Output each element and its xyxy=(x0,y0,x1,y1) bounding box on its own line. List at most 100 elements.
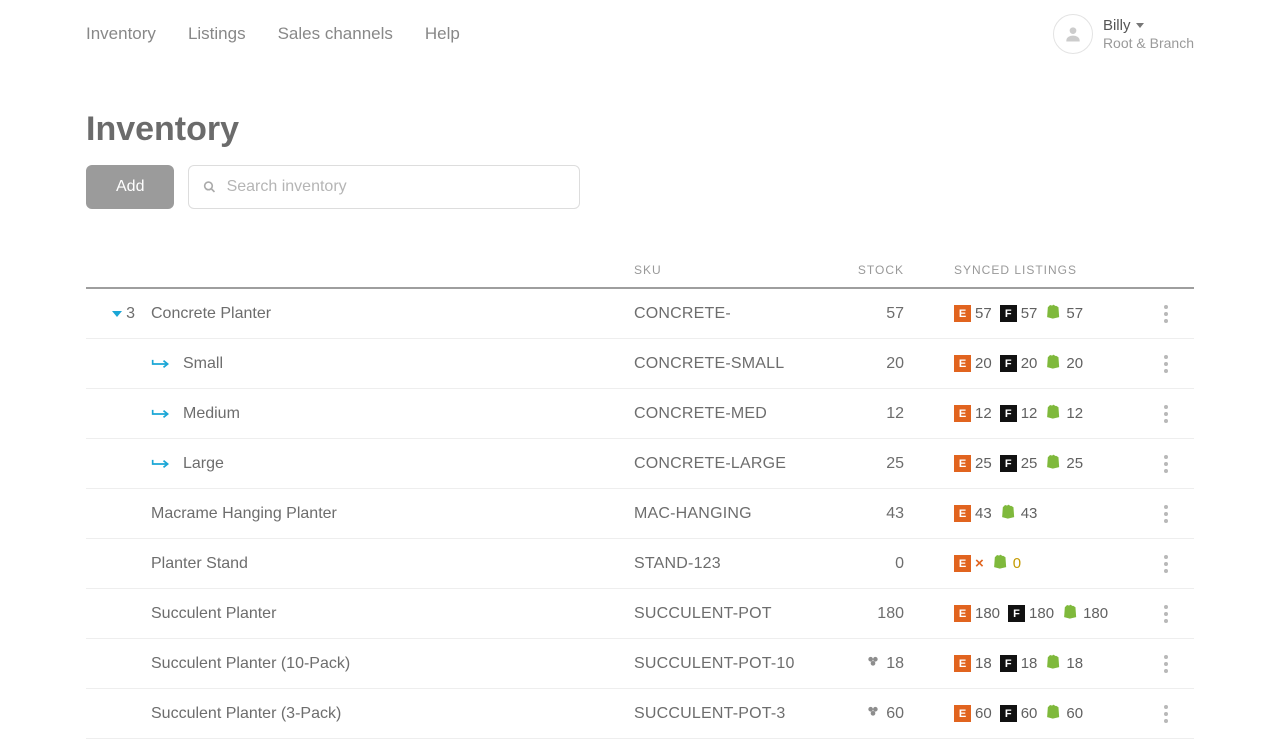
table-row[interactable]: MediumCONCRETE-MED12E12F1212 xyxy=(86,389,1194,439)
table-row[interactable]: 3Concrete PlanterCONCRETE-57E57F5757 xyxy=(86,289,1194,339)
listing-value: 0 xyxy=(1013,555,1021,572)
child-arrow-icon xyxy=(151,407,171,421)
stock-cell: 12 xyxy=(830,405,908,423)
product-name: Medium xyxy=(183,405,240,423)
listing-shopify: 0 xyxy=(992,553,1021,574)
product-name-cell: Concrete Planter xyxy=(151,305,634,323)
table-row[interactable]: Macrame Hanging PlanterMAC-HANGING43E434… xyxy=(86,489,1194,539)
stock-cell: 180 xyxy=(830,605,908,623)
listing-shopify: 20 xyxy=(1045,353,1083,374)
listing-value: 12 xyxy=(1066,405,1083,422)
listing-value: 60 xyxy=(1021,705,1038,722)
user-name: Billy xyxy=(1103,17,1131,35)
listing-value: 43 xyxy=(975,505,992,522)
expand-toggle[interactable]: 3 xyxy=(86,305,151,323)
sku-cell: CONCRETE- xyxy=(634,305,830,323)
nav-sales-channels[interactable]: Sales channels xyxy=(278,24,393,44)
row-actions-menu[interactable] xyxy=(1164,305,1168,323)
row-actions-menu[interactable] xyxy=(1164,405,1168,423)
listing-value: 25 xyxy=(975,455,992,472)
table-row[interactable]: SmallCONCRETE-SMALL20E20F2020 xyxy=(86,339,1194,389)
row-actions-menu[interactable] xyxy=(1164,505,1168,523)
shopify-icon xyxy=(1045,453,1062,474)
listings-cell: E×0 xyxy=(908,553,1138,574)
listing-value: 43 xyxy=(1021,505,1038,522)
page-title: Inventory xyxy=(86,110,1194,149)
listing-value: 20 xyxy=(1066,355,1083,372)
faire-icon: F xyxy=(1000,405,1017,422)
table-row[interactable]: Planter StandSTAND-1230E×0 xyxy=(86,539,1194,589)
sku-cell: CONCRETE-LARGE xyxy=(634,455,830,473)
etsy-icon: E xyxy=(954,505,971,522)
product-name-cell: Succulent Planter xyxy=(151,605,634,623)
listing-value: 20 xyxy=(1021,355,1038,372)
product-name-cell: Planter Stand xyxy=(151,555,634,573)
shopify-icon xyxy=(1045,353,1062,374)
user-menu[interactable]: Billy Root & Branch xyxy=(1053,14,1194,54)
faire-icon: F xyxy=(1000,355,1017,372)
listing-value: 20 xyxy=(975,355,992,372)
sku-cell: CONCRETE-SMALL xyxy=(634,355,830,373)
stock-cell: 20 xyxy=(830,355,908,373)
shopify-icon xyxy=(1000,503,1017,524)
col-header-sku: SKU xyxy=(634,263,830,277)
stock-cell: 43 xyxy=(830,505,908,523)
table-row[interactable]: Succulent Planter (10-Pack)SUCCULENT-POT… xyxy=(86,639,1194,689)
stock-value: 25 xyxy=(886,455,904,473)
product-name: Macrame Hanging Planter xyxy=(151,505,337,523)
table-row[interactable]: LargeCONCRETE-LARGE25E25F2525 xyxy=(86,439,1194,489)
listings-cell: E4343 xyxy=(908,503,1138,524)
etsy-icon: E xyxy=(954,355,971,372)
etsy-icon: E xyxy=(954,655,971,672)
stock-value: 180 xyxy=(877,605,904,623)
table-row[interactable]: Succulent PlanterSUCCULENT-POT180E180F18… xyxy=(86,589,1194,639)
listings-cell: E12F1212 xyxy=(908,403,1138,424)
bundle-icon xyxy=(866,704,880,723)
etsy-icon: E xyxy=(954,455,971,472)
listing-value: 57 xyxy=(1021,305,1038,322)
listing-faire: F20 xyxy=(1000,355,1038,372)
listing-value: 12 xyxy=(1021,405,1038,422)
faire-icon: F xyxy=(1000,655,1017,672)
search-icon xyxy=(203,180,216,194)
listing-faire: F57 xyxy=(1000,305,1038,322)
listing-value: 180 xyxy=(1083,605,1108,622)
nav-help[interactable]: Help xyxy=(425,24,460,44)
bundle-icon xyxy=(866,654,880,673)
listings-cell: E180 F 180 180 xyxy=(908,603,1138,624)
add-button[interactable]: Add xyxy=(86,165,174,209)
listing-shopify: 18 xyxy=(1045,653,1083,674)
search-input[interactable] xyxy=(227,178,566,196)
listing-faire: F12 xyxy=(1000,405,1038,422)
faire-icon: F xyxy=(1000,455,1017,472)
faire-icon: F xyxy=(1008,605,1025,622)
row-actions-menu[interactable] xyxy=(1164,605,1168,623)
listing-shopify: 57 xyxy=(1045,303,1083,324)
etsy-icon: E xyxy=(954,705,971,722)
top-nav: Inventory Listings Sales channels Help xyxy=(86,24,460,44)
listing-value: 180 xyxy=(975,605,1000,622)
sku-cell: MAC-HANGING xyxy=(634,505,830,523)
row-actions-menu[interactable] xyxy=(1164,355,1168,373)
shopify-icon xyxy=(1045,303,1062,324)
variant-count: 3 xyxy=(126,305,135,323)
search-input-wrap[interactable] xyxy=(188,165,580,209)
listing-value: 18 xyxy=(1066,655,1083,672)
listing-etsy: E180 xyxy=(954,605,1000,622)
listing-etsy: E20 xyxy=(954,355,992,372)
table-row[interactable]: Succulent Planter (3-Pack)SUCCULENT-POT-… xyxy=(86,689,1194,739)
listing-shopify: 25 xyxy=(1045,453,1083,474)
row-actions-menu[interactable] xyxy=(1164,455,1168,473)
col-header-stock: STOCK xyxy=(830,263,908,277)
listing-shopify: 180 xyxy=(1062,603,1108,624)
user-org: Root & Branch xyxy=(1103,35,1194,52)
nav-inventory[interactable]: Inventory xyxy=(86,24,156,44)
listing-etsy: E18 xyxy=(954,655,992,672)
shopify-icon xyxy=(1045,403,1062,424)
listing-shopify: 12 xyxy=(1045,403,1083,424)
x-icon: × xyxy=(975,555,984,572)
row-actions-menu[interactable] xyxy=(1164,555,1168,573)
nav-listings[interactable]: Listings xyxy=(188,24,246,44)
row-actions-menu[interactable] xyxy=(1164,655,1168,673)
listing-etsy: E60 xyxy=(954,705,992,722)
